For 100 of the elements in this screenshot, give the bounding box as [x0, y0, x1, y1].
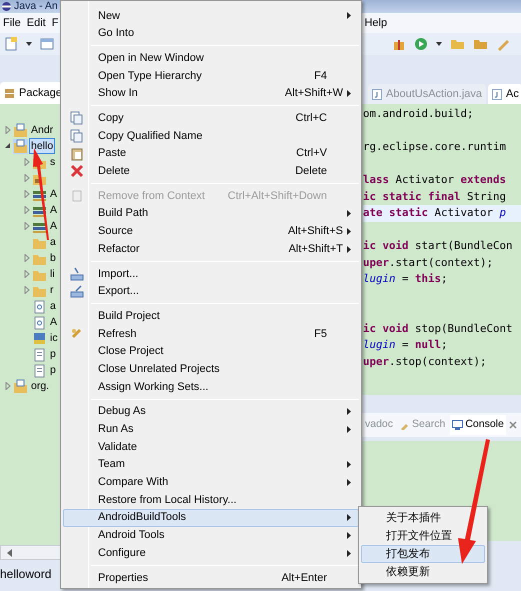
tree-item[interactable]: org. [29, 378, 52, 394]
dropdown-arrow-icon[interactable] [436, 42, 442, 46]
tree-item[interactable]: A [48, 314, 60, 330]
menu-item[interactable]: Build Project [63, 307, 359, 325]
shortcut-text: Ctrl+Alt+Shift+Down [228, 188, 328, 204]
menu-item[interactable]: Import... [63, 264, 359, 283]
expand-arrow-icon[interactable] [24, 222, 30, 230]
folder-icon[interactable] [473, 37, 488, 51]
code-line: ic void start(BundleCon [363, 238, 514, 254]
package-icon [4, 88, 15, 98]
view-tab[interactable]: Package [0, 82, 62, 104]
menu-item[interactable]: Go Into [63, 24, 359, 42]
menu-item[interactable]: Delete Delete [63, 162, 359, 180]
tree-item[interactable]: li [48, 266, 57, 282]
menu-item[interactable]: F [48, 14, 62, 32]
menu-item[interactable]: Paste Ctrl+V [63, 144, 359, 162]
menu-item[interactable]: Team [63, 456, 359, 474]
menu-item[interactable]: Restore from Local History... [63, 491, 359, 509]
folder-icon[interactable] [450, 37, 465, 51]
shortcut-text: Alt+Shift+T [288, 242, 344, 257]
menu-item[interactable]: Open in New Window [63, 49, 359, 68]
menu-item[interactable]: Validate [63, 438, 359, 456]
menu-item[interactable]: Export... [63, 282, 359, 300]
editor-tab[interactable]: Ac [488, 84, 521, 104]
expand-arrow-icon[interactable] [5, 126, 11, 134]
menu-item[interactable]: 打开文件位置 [361, 527, 485, 545]
menu-item[interactable]: File [0, 14, 24, 32]
left-arrow-icon[interactable] [7, 548, 13, 556]
new-file-icon[interactable] [4, 37, 18, 51]
tree-item[interactable]: A [48, 202, 60, 218]
menu-item[interactable]: Build Path [63, 204, 359, 223]
menu-item[interactable]: Run As [63, 420, 359, 438]
scrollbar[interactable] [0, 545, 62, 560]
tree-item[interactable]: p [48, 346, 58, 362]
tree-item[interactable]: r [48, 282, 56, 298]
menu-item[interactable]: 依赖更新 [361, 563, 485, 581]
gift-icon[interactable] [392, 37, 406, 51]
tree-item[interactable]: hello [29, 138, 56, 154]
menu-item[interactable]: Refactor Alt+Shift+T [63, 240, 359, 258]
expand-arrow-icon[interactable] [24, 174, 30, 182]
menu-item[interactable]: 关于本插件 [361, 509, 485, 527]
expand-arrow-icon[interactable] [24, 206, 30, 214]
tree-item[interactable]: a [48, 298, 58, 314]
file-icon [32, 298, 47, 314]
menu-item[interactable]: Copy Ctrl+C [63, 109, 359, 128]
code-line: uper.stop(context); [363, 354, 488, 370]
tree-item[interactable]: s [48, 154, 58, 170]
shortcut-text: F4 [314, 68, 328, 84]
menu-item[interactable]: Configure [63, 544, 359, 562]
menu-item[interactable]: Open Type Hierarchy F4 [63, 67, 359, 85]
tree-item[interactable]: b [48, 250, 58, 266]
view-tab[interactable]: Console [450, 415, 506, 435]
menu-item[interactable]: Properties Alt+Enter [63, 568, 359, 587]
copy-icon [70, 111, 84, 126]
expand-arrow-icon[interactable] [24, 254, 30, 262]
project-folder-icon [13, 122, 28, 138]
menu-item[interactable]: Android Tools [63, 526, 359, 544]
close-icon[interactable] [508, 421, 517, 429]
tree-item[interactable]: Andr [29, 122, 56, 138]
menu-item[interactable]: Debug As [63, 402, 359, 420]
menu-item[interactable]: Copy Qualified Name [63, 127, 359, 145]
menu-item[interactable]: Edit [24, 14, 49, 32]
code-line: uper.start(context); [363, 254, 494, 270]
shortcut-text: F5 [314, 326, 328, 342]
java-file-icon [492, 88, 502, 100]
code-line: lugin = null; [363, 337, 449, 353]
expand-arrow-icon[interactable] [24, 286, 30, 294]
run-icon[interactable] [414, 37, 428, 51]
tree-item[interactable]: A [48, 218, 60, 234]
menu-item[interactable]: Close Project [63, 342, 359, 360]
expand-arrow-icon[interactable] [24, 158, 30, 166]
menu-item[interactable]: 打包发布 [361, 545, 485, 563]
menu-item[interactable]: Help [361, 14, 390, 32]
expand-arrow-icon[interactable] [24, 270, 30, 278]
expand-arrow-icon[interactable] [5, 382, 11, 390]
menu-item[interactable]: Refresh F5 [63, 325, 359, 343]
tree-item[interactable]: A [48, 186, 60, 202]
pencil-icon[interactable] [496, 37, 510, 51]
menu-item[interactable]: Assign Working Sets... [63, 378, 359, 396]
tree-item[interactable]: ic [48, 330, 60, 346]
menu-item[interactable]: New [63, 7, 359, 25]
tree-item[interactable]: p [48, 362, 58, 378]
dropdown-arrow-icon[interactable] [26, 42, 32, 46]
project-folder-icon [13, 378, 28, 394]
collapse-arrow-icon[interactable] [5, 142, 11, 150]
export-icon [70, 284, 84, 298]
text-file-icon [32, 362, 47, 378]
expand-arrow-icon[interactable] [24, 190, 30, 198]
tree-item[interactable]: a [48, 234, 58, 250]
delete-icon [70, 164, 84, 178]
text-file-icon [32, 346, 47, 362]
menu-item[interactable]: Close Unrelated Projects [63, 360, 359, 378]
window-icon[interactable] [40, 37, 54, 51]
code-line: lass Activator extends [363, 172, 508, 188]
code-line: om.android.build; [363, 106, 475, 122]
menu-item[interactable]: Show In Alt+Shift+W [63, 84, 359, 102]
menu-item[interactable]: Compare With [63, 474, 359, 492]
menu-item[interactable]: Source Alt+Shift+S [63, 222, 359, 240]
menu-item[interactable]: AndroidBuildTools [63, 508, 359, 527]
eclipse-icon [2, 2, 11, 11]
